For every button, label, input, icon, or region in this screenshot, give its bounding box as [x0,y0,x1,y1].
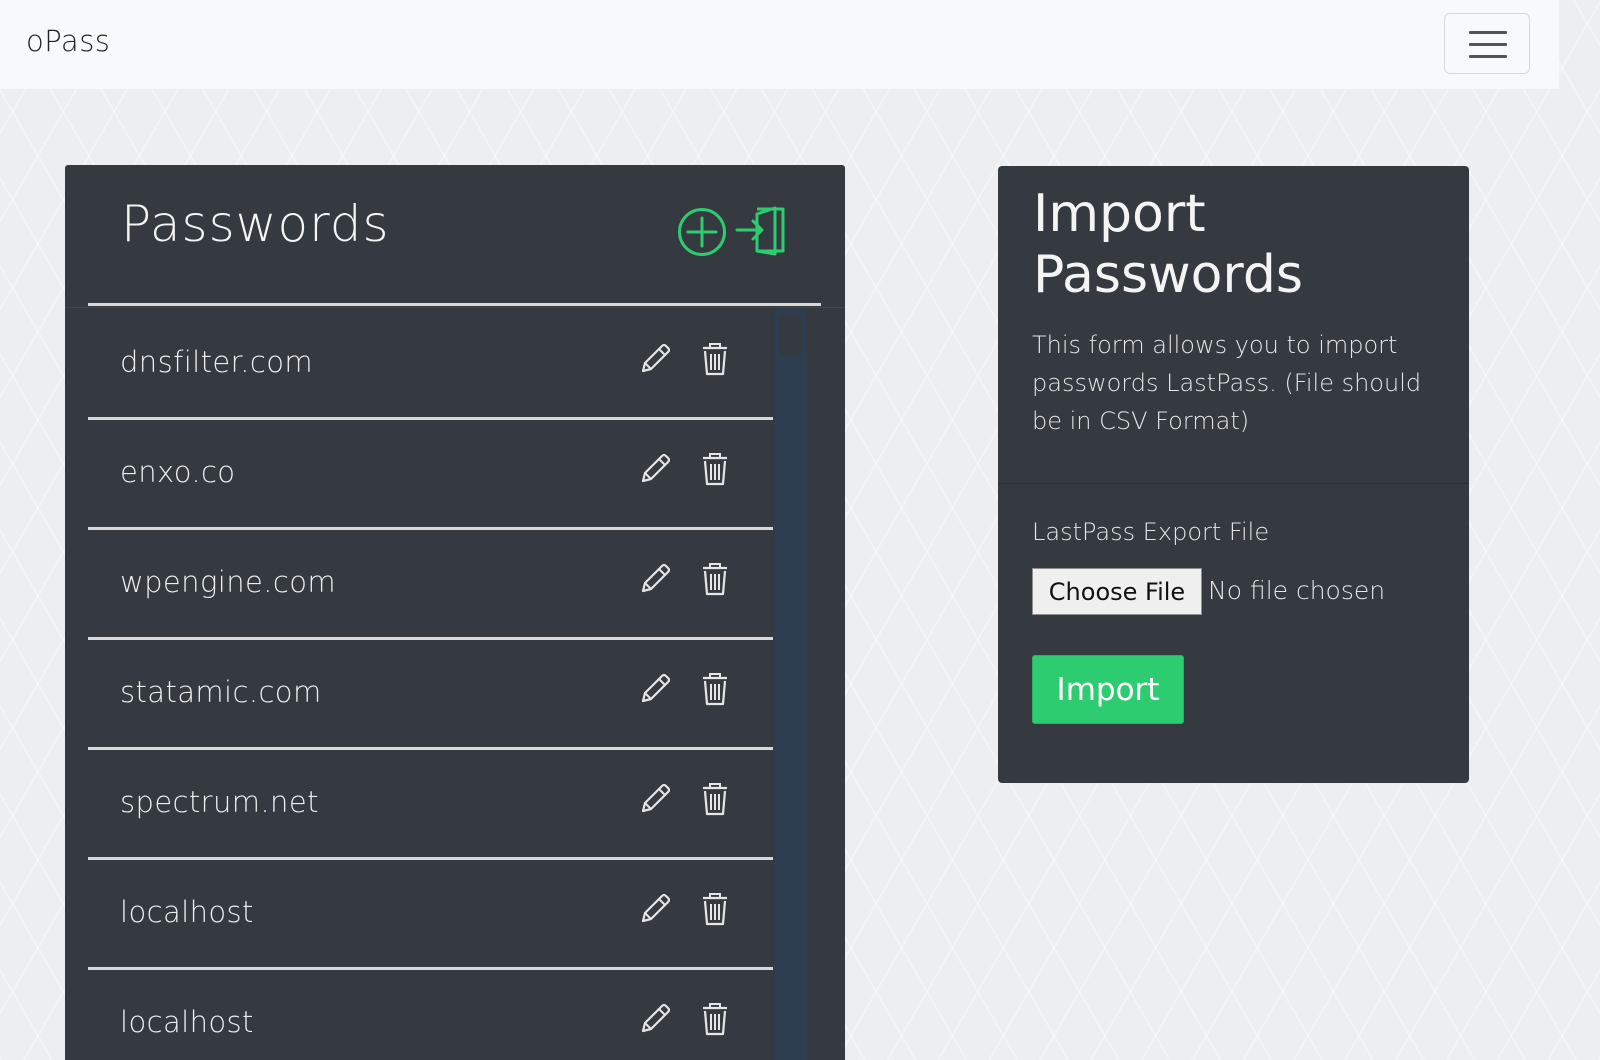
door-enter-icon[interactable] [735,205,787,257]
pencil-icon[interactable] [638,342,670,376]
file-status-text: No file chosen [1208,576,1386,605]
pencil-icon[interactable] [638,672,670,706]
password-row[interactable]: spectrum.net [88,750,773,860]
passwords-card: Passwords dnsfilter.com enxo.co wpengine… [65,165,845,1060]
menu-toggle-button[interactable] [1444,13,1530,74]
hamburger-menu-icon [1469,31,1507,34]
import-description: This form allows you to import passwords… [1032,331,1422,435]
password-site[interactable]: localhost [120,895,254,929]
trash-icon[interactable] [702,342,728,376]
plus-circle-icon[interactable] [677,207,727,257]
trash-icon[interactable] [702,452,728,486]
pencil-icon[interactable] [638,562,670,596]
import-title: Import Passwords [1033,184,1303,305]
trash-icon[interactable] [702,562,728,596]
trash-icon[interactable] [702,672,728,706]
password-site[interactable]: spectrum.net [120,785,319,819]
trash-icon[interactable] [702,1002,728,1036]
password-row[interactable]: enxo.co [88,420,773,530]
password-row[interactable]: localhost [88,970,773,1060]
import-card: Import Passwords This form allows you to… [998,166,1469,783]
password-row[interactable]: localhost [88,860,773,970]
brand-logo[interactable]: oPass [26,24,110,58]
file-input-label: LastPass Export File [1032,518,1270,546]
password-list: dnsfilter.com enxo.co wpengine.com stata… [88,310,773,1060]
pencil-icon[interactable] [638,1002,670,1036]
top-navbar: oPass [0,0,1559,89]
trash-icon[interactable] [702,892,728,926]
password-site[interactable]: statamic.com [120,675,322,709]
import-divider [998,483,1469,484]
trash-icon[interactable] [702,782,728,816]
password-row[interactable]: statamic.com [88,640,773,750]
list-scrollbar[interactable] [774,310,806,1060]
password-site[interactable]: enxo.co [120,455,235,489]
password-row[interactable]: wpengine.com [88,530,773,640]
password-site[interactable]: localhost [120,1005,254,1039]
import-button[interactable]: Import [1032,655,1184,724]
pencil-icon[interactable] [638,452,670,486]
password-site[interactable]: wpengine.com [120,565,336,599]
pencil-icon[interactable] [638,892,670,926]
choose-file-button[interactable]: Choose File [1032,568,1202,615]
passwords-title: Passwords [121,195,390,253]
scrollbar-thumb[interactable] [779,315,801,355]
password-site[interactable]: dnsfilter.com [120,345,313,379]
header-divider [88,303,821,306]
password-row[interactable]: dnsfilter.com [88,310,773,420]
pencil-icon[interactable] [638,782,670,816]
